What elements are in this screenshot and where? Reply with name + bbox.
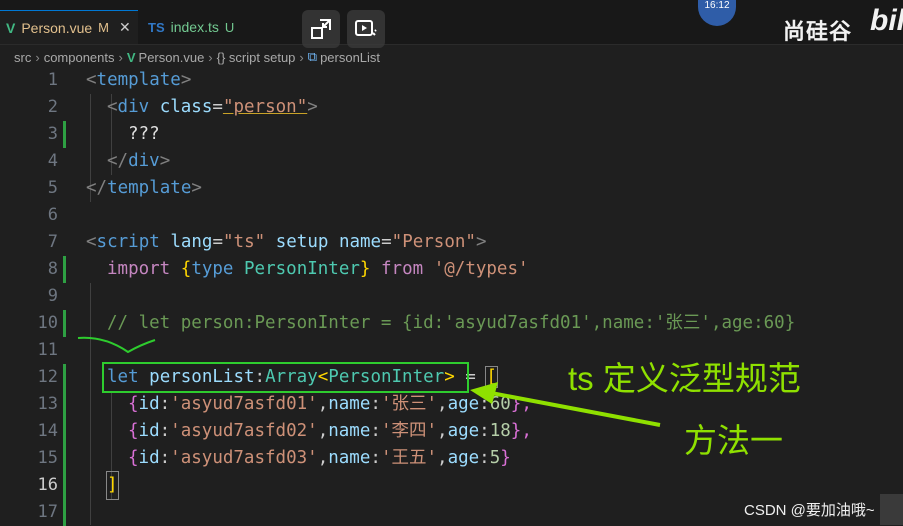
annotation-title: ts 定义泛型规范	[568, 360, 801, 397]
annotation-method: 方法一	[684, 422, 783, 459]
csdn-credit: CSDN @要加油哦~	[744, 502, 875, 519]
corner-overlay	[880, 494, 903, 525]
arrow-head-icon	[470, 382, 498, 404]
annotation-checkmark	[77, 336, 156, 354]
